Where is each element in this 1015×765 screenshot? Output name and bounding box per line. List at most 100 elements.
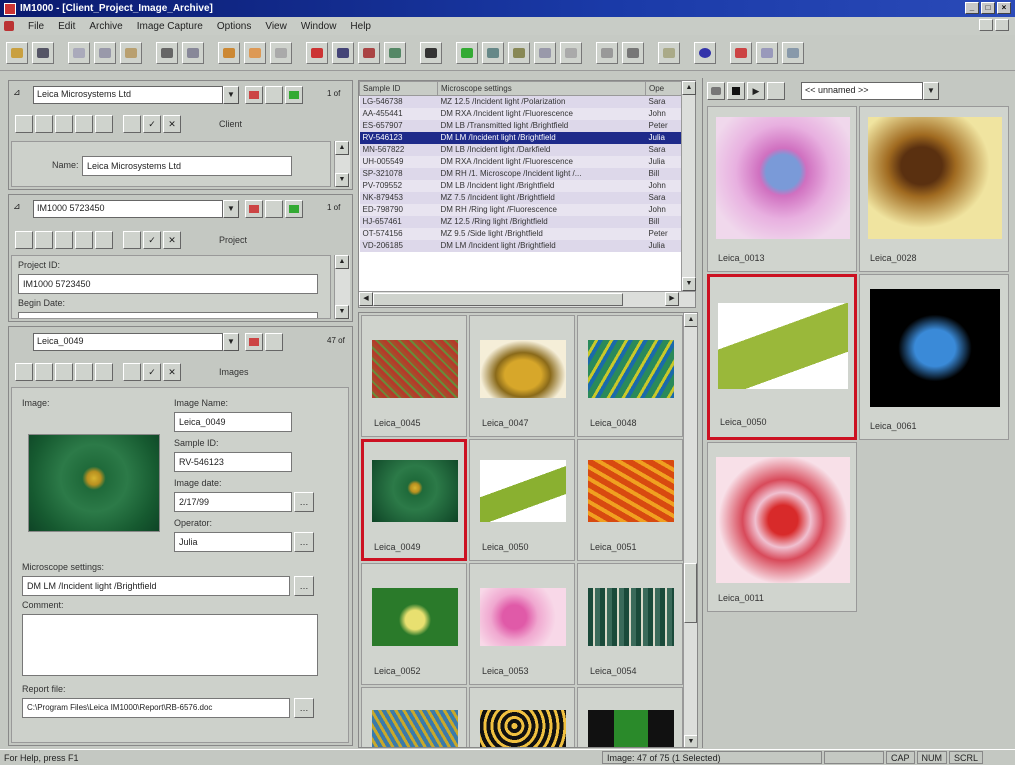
copy-record-icon[interactable] [35,363,53,381]
table-row[interactable]: ED-798790 DM RH /Ring light /Fluorescence… [359,203,682,216]
document-icon[interactable] [4,21,14,31]
table-row[interactable]: SP-321078 DM RH /1. Microscope /Incident … [359,167,682,180]
table-row[interactable]: OT-574156 MZ 9.5 /Side light /Brightfield… [359,227,682,240]
table-row[interactable]: RV-546123 DM LM /Incident light /Brightfi… [359,131,682,144]
play-icon[interactable]: ▶ [747,82,765,100]
thumbnail-item[interactable]: Leica_0052 [361,563,467,685]
menu-window[interactable]: Window [301,21,337,32]
grid-scrollbar[interactable]: ▲ ▼ [683,313,697,747]
pin-icon[interactable]: ⊿ [13,87,21,98]
thumbnail-item-selected[interactable]: Leica_0049 [361,439,467,561]
edit-icon[interactable] [123,231,141,249]
camera-icon[interactable] [707,82,725,100]
scroll-up-icon[interactable]: ▲ [684,313,697,327]
gallery-item[interactable]: Leica_0028 [859,106,1009,272]
list-view-icon[interactable] [332,41,354,64]
column-header-operator[interactable]: Ope [645,81,682,96]
edit-icon[interactable] [123,363,141,381]
chevron-down-icon[interactable]: ▼ [223,333,239,351]
print-preview-icon[interactable] [182,41,204,64]
save-icon[interactable] [32,41,54,64]
layout-icon[interactable] [306,41,328,64]
find-icon[interactable] [95,231,113,249]
cancel-icon[interactable]: ✕ [163,363,181,381]
scroll-down-icon[interactable]: ▼ [684,735,697,747]
table-row[interactable]: HJ-657461 MZ 12.5 /Ring light /Brightfiel… [359,215,682,228]
thumbnail-item[interactable]: Leica_0050 [469,439,575,561]
project-id-field[interactable]: IM1000 5723450 [18,274,318,294]
chevron-down-icon[interactable]: ▼ [223,200,239,218]
sort-icon[interactable] [75,231,93,249]
paste-icon[interactable] [120,41,142,64]
edit-icon[interactable] [123,115,141,133]
delete-record-icon[interactable] [55,231,73,249]
microscope-browse-button[interactable]: … [294,576,314,596]
export-icon[interactable] [265,86,283,104]
menu-help[interactable]: Help [350,21,371,32]
delete-record-icon[interactable] [55,363,73,381]
menu-image-capture[interactable]: Image Capture [137,21,203,32]
confirm-icon[interactable]: ✓ [143,115,161,133]
menu-archive[interactable]: Archive [89,21,122,32]
date-picker-button[interactable]: … [294,492,314,512]
comment-field[interactable] [22,614,318,676]
project-combo[interactable]: IM1000 5723450 [33,200,223,218]
scroll-up-icon[interactable]: ▲ [335,141,349,155]
export-icon[interactable] [265,333,283,351]
sample-id-field[interactable]: RV-546123 [174,452,292,472]
cancel-icon[interactable]: ✕ [163,115,181,133]
cancel-icon[interactable]: ✕ [163,231,181,249]
capture-icon[interactable] [244,41,266,64]
menu-view[interactable]: View [265,21,287,32]
project-scrollbar[interactable]: ▲ ▼ [334,255,350,319]
chevron-down-icon[interactable]: ▼ [923,82,939,100]
client-name-field[interactable]: Leica Microsystems Ltd [82,156,292,176]
close-button[interactable]: × [997,2,1011,14]
gallery-item[interactable]: Leica_0061 [859,274,1009,440]
pin-icon[interactable] [218,41,240,64]
menu-options[interactable]: Options [217,21,251,32]
undo-icon[interactable] [270,41,292,64]
filter-icon[interactable] [384,41,406,64]
child-minimize-button[interactable] [979,19,993,31]
document-icon[interactable] [767,82,785,100]
thumbnail-item[interactable]: Leica_0051 [577,439,683,561]
image-name-field[interactable]: Leica_0049 [174,412,292,432]
zoom-icon[interactable] [596,41,618,64]
thumbnail-item[interactable] [577,687,683,747]
capture-icon[interactable] [285,200,303,218]
table-row[interactable]: ES-657907 DM LB /Transmitted light /Brigh… [359,119,682,132]
scroll-down-icon[interactable]: ▼ [335,173,349,187]
table-row[interactable]: MN-567822 DM LB /Incident light /Darkfiel… [359,143,682,156]
export-icon[interactable] [756,41,778,64]
client-combo[interactable]: Leica Microsystems Ltd [33,86,223,104]
cut-icon[interactable] [68,41,90,64]
report-icon[interactable] [245,200,263,218]
print-icon[interactable] [156,41,178,64]
gallery-icon[interactable] [358,41,380,64]
table-row[interactable]: AA-455441 DM RXA /Incident light /Fluores… [359,107,682,120]
thumbnail-item[interactable] [361,687,467,747]
table-row[interactable]: VD-206185 DM LM /Incident light /Brightfi… [359,239,682,252]
capture-icon[interactable] [285,86,303,104]
table-row[interactable]: LG-546738 MZ 12.5 /Incident light /Polari… [359,95,682,108]
thumbnail-item[interactable]: Leica_0053 [469,563,575,685]
thumbnail-item[interactable] [469,687,575,747]
menu-file[interactable]: File [28,21,44,32]
table-row[interactable]: PV-709552 DM LB /Incident light /Brightfi… [359,179,682,192]
thumbnail-item[interactable]: Leica_0054 [577,563,683,685]
image-combo[interactable]: Leica_0049 [33,333,223,351]
table-vscrollbar[interactable]: ▲ ▼ [681,81,696,291]
new-image-icon[interactable] [456,41,478,64]
report-icon[interactable] [245,333,263,351]
grid-scroll-thumb[interactable] [684,563,697,623]
scroll-up-icon[interactable]: ▲ [682,81,696,95]
scroll-right-icon[interactable]: ▶ [665,292,679,306]
gallery-item-selected[interactable]: Leica_0050 [707,274,857,440]
pin-icon[interactable]: ⊿ [13,201,21,212]
microscope-field[interactable]: DM LM /Incident light /Brightfield [22,576,290,596]
gallery-item[interactable]: Leica_0011 [707,442,857,612]
minimize-button[interactable]: _ [965,2,979,14]
report-icon[interactable] [245,86,263,104]
scroll-down-icon[interactable]: ▼ [682,277,696,291]
